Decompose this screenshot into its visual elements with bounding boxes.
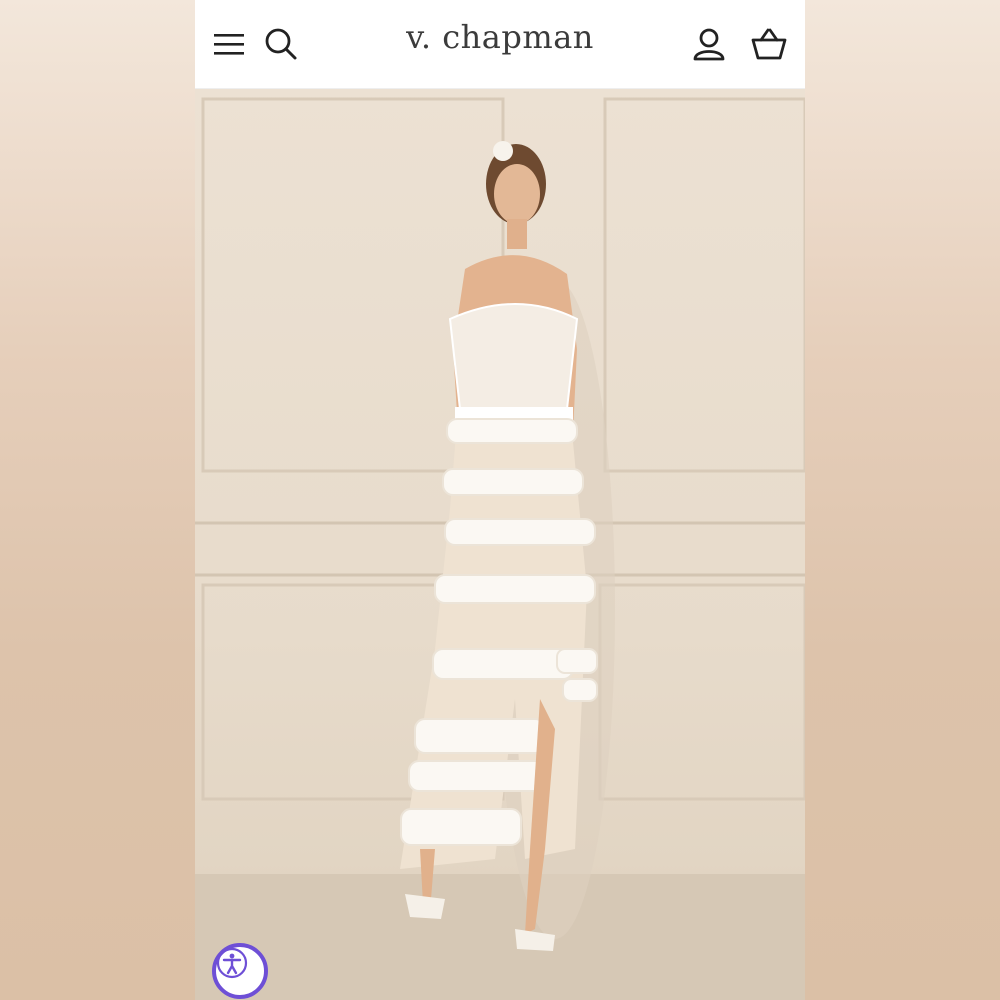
background-right	[805, 0, 1000, 1000]
basket-icon[interactable]	[751, 26, 787, 62]
account-icon[interactable]	[691, 26, 727, 62]
background-left	[0, 0, 195, 1000]
product-photo	[195, 97, 805, 1000]
accessibility-button[interactable]	[212, 943, 268, 999]
mobile-page: v. chapman	[195, 0, 805, 1000]
product-hero-image	[195, 89, 805, 1000]
site-header: v. chapman	[195, 0, 805, 89]
accessibility-icon	[216, 947, 248, 979]
